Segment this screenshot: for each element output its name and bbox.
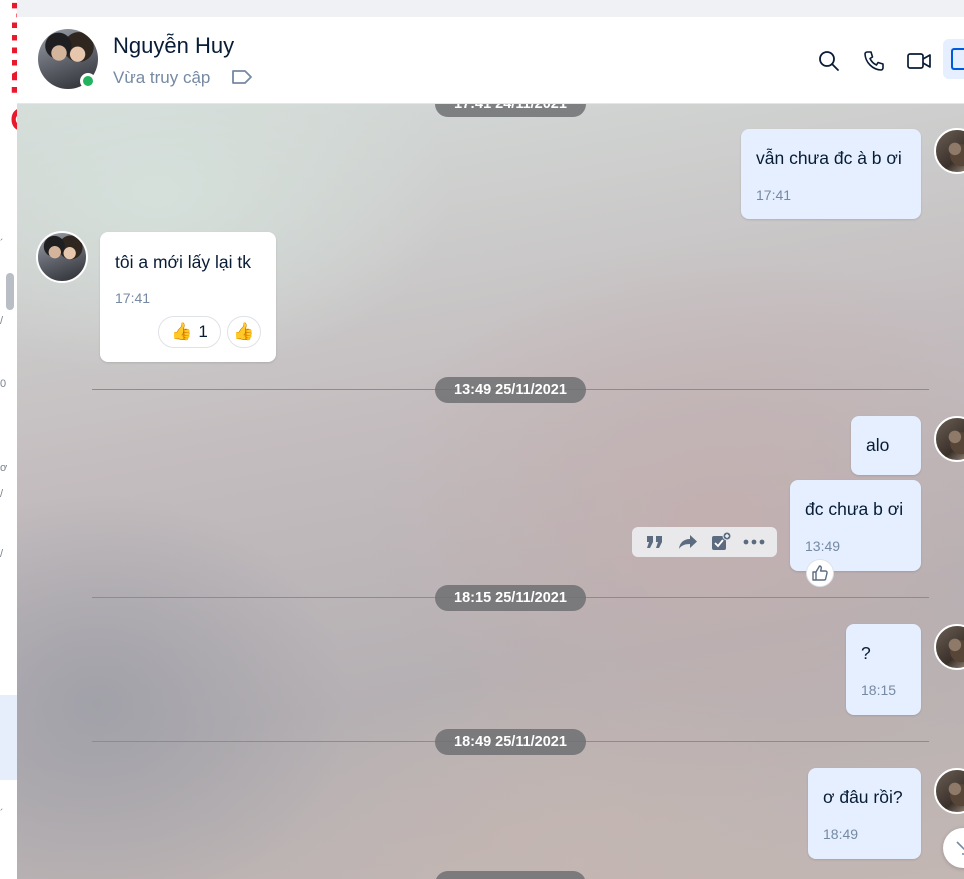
tag-icon[interactable] (231, 69, 253, 85)
search-icon[interactable] (813, 45, 845, 77)
add-reaction-button[interactable]: 👍 (227, 316, 261, 348)
top-bar (17, 0, 964, 17)
message-time: 18:49 (823, 826, 859, 842)
chat-header: Nguyễn Huy Vừa truy cập (17, 17, 964, 104)
message-bubble-outgoing[interactable]: alo (851, 416, 921, 475)
message-bubble-outgoing[interactable]: đc chưa b ơi 13:49 (790, 480, 921, 571)
sidebar-scrollbar[interactable] (6, 273, 14, 310)
sidebar-fragment: / (0, 488, 4, 500)
contact-name[interactable]: Nguyễn Huy (113, 33, 234, 59)
message-time: 17:41 (115, 290, 151, 306)
forward-icon[interactable] (676, 530, 700, 554)
phone-icon[interactable] (858, 45, 890, 77)
my-avatar[interactable] (934, 416, 964, 462)
message-action-toolbar (632, 527, 777, 557)
thumbs-up-icon: 👍 (171, 322, 193, 341)
scroll-to-bottom-button[interactable] (943, 828, 964, 868)
like-reaction-button[interactable] (806, 559, 834, 587)
watermark: M.INFO (4, 0, 17, 134)
date-separator: 13:49 25/11/2021 (435, 377, 586, 403)
online-indicator (80, 73, 96, 89)
thumbs-up-icon: 👍 (233, 322, 255, 341)
message-text: tôi a mới lấy lại tk (115, 252, 251, 272)
my-avatar[interactable] (934, 624, 964, 670)
message-text: alo (866, 435, 890, 455)
date-separator: 18:49 25/11/2021 (435, 729, 586, 755)
my-avatar[interactable] (934, 768, 964, 814)
thumbs-up-outline-icon (812, 565, 828, 581)
date-separator: 18:15 25/11/2021 (435, 585, 586, 611)
message-time: 13:49 (805, 538, 841, 554)
message-bubble-outgoing[interactable]: ơ đâu rồi? 18:49 (808, 768, 921, 859)
sidebar-fragment: ơ (0, 462, 8, 474)
sidebar-fragment: / (0, 548, 4, 560)
contact-message-avatar[interactable] (36, 231, 88, 283)
my-avatar[interactable] (934, 128, 964, 174)
conversation-info-toggle[interactable] (943, 39, 964, 79)
video-call-icon[interactable] (903, 45, 935, 77)
add-task-icon[interactable] (709, 530, 733, 554)
reaction-count: 1 (198, 322, 208, 341)
message-time: 18:15 (861, 682, 897, 698)
sidebar-fragment: ´ (0, 238, 4, 250)
message-text: đc chưa b ơi (805, 499, 904, 519)
chevron-down-icon (956, 841, 964, 855)
message-text: ? (861, 643, 871, 663)
date-separator-partial (435, 871, 586, 879)
sidebar-fragment: ´ (0, 808, 4, 820)
message-text: ơ đâu rồi? (823, 787, 903, 807)
sidebar-fragment: / (0, 315, 4, 327)
message-bubble-outgoing[interactable]: ? 18:15 (846, 624, 921, 715)
message-bubble-outgoing[interactable]: vẫn chưa đc à b ơi 17:41 (741, 129, 921, 219)
contact-status: Vừa truy cập (113, 68, 211, 87)
panel-icon (951, 48, 964, 70)
date-separator: 17:41 24/11/2021 (435, 104, 586, 117)
more-icon[interactable] (742, 530, 766, 554)
message-text: vẫn chưa đc à b ơi (756, 148, 902, 168)
quote-icon[interactable] (643, 530, 667, 554)
chat-area[interactable]: 17:41 24/11/2021 vẫn chưa đc à b ơi 17:4… (17, 104, 964, 879)
reaction-summary[interactable]: 👍 1 (158, 316, 221, 348)
message-bubble-incoming[interactable]: tôi a mới lấy lại tk 17:41 👍 1 👍 (100, 232, 276, 362)
left-sidebar-edge: M.INFO ´ / 0 ơ / / ´ (0, 0, 17, 879)
sidebar-fragment: 0 (0, 378, 7, 390)
sidebar-selected-item[interactable] (0, 695, 17, 780)
message-time: 17:41 (756, 187, 792, 203)
